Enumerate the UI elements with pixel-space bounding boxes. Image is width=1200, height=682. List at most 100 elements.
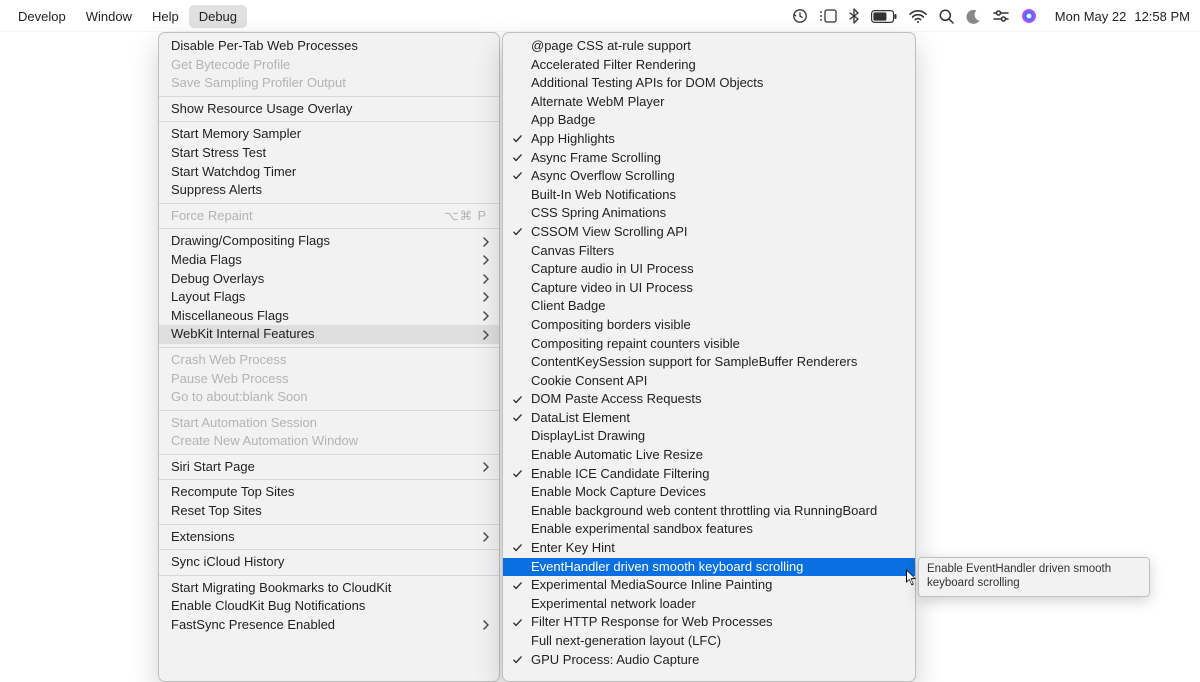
webkit-feature-item[interactable]: CSS Spring Animations bbox=[503, 204, 915, 223]
menu-item-label: FastSync Presence Enabled bbox=[171, 617, 335, 632]
webkit-feature-item[interactable]: DisplayList Drawing bbox=[503, 427, 915, 446]
tooltip: Enable EventHandler driven smooth keyboa… bbox=[918, 557, 1150, 597]
menu-separator bbox=[159, 121, 499, 122]
control-center-icon[interactable] bbox=[993, 9, 1009, 23]
menu-item-label: Capture video in UI Process bbox=[531, 280, 693, 295]
menu-item-label: Enable Automatic Live Resize bbox=[531, 447, 703, 462]
debug-menu-item[interactable]: Drawing/Compositing Flags bbox=[159, 232, 499, 251]
siri-icon[interactable] bbox=[1021, 8, 1037, 24]
menu-item-label: Show Resource Usage Overlay bbox=[171, 101, 352, 116]
menu-item-label: DataList Element bbox=[531, 410, 630, 425]
webkit-feature-item[interactable]: DataList Element bbox=[503, 409, 915, 428]
webkit-feature-item[interactable]: Capture video in UI Process bbox=[503, 279, 915, 298]
checkmark-icon bbox=[513, 469, 522, 478]
debug-menu-item[interactable]: Start Migrating Bookmarks to CloudKit bbox=[159, 579, 499, 598]
debug-menu-item[interactable]: Start Memory Sampler bbox=[159, 125, 499, 144]
debug-menu-item[interactable]: Layout Flags bbox=[159, 288, 499, 307]
menu-item-label: Cookie Consent API bbox=[531, 373, 647, 388]
debug-menu-item: Save Sampling Profiler Output bbox=[159, 74, 499, 93]
menu-item-label: WebKit Internal Features bbox=[171, 326, 315, 341]
debug-menu-item[interactable]: Start Stress Test bbox=[159, 144, 499, 163]
webkit-feature-item[interactable]: Async Overflow Scrolling bbox=[503, 167, 915, 186]
chevron-right-icon bbox=[483, 274, 489, 284]
menubar-clock[interactable]: Mon May 22 12:58 PM bbox=[1055, 9, 1190, 24]
debug-menu-item[interactable]: Debug Overlays bbox=[159, 270, 499, 289]
menu-item-label: Additional Testing APIs for DOM Objects bbox=[531, 75, 763, 90]
webkit-feature-item[interactable]: Capture audio in UI Process bbox=[503, 260, 915, 279]
webkit-feature-item[interactable]: App Badge bbox=[503, 111, 915, 130]
menubar: DevelopWindowHelp Debug bbox=[0, 0, 1200, 32]
debug-menu-item[interactable]: Suppress Alerts bbox=[159, 181, 499, 200]
spotlight-icon[interactable] bbox=[939, 9, 954, 24]
webkit-feature-item[interactable]: CSSOM View Scrolling API bbox=[503, 223, 915, 242]
webkit-feature-item[interactable]: Enable background web content throttling… bbox=[503, 502, 915, 521]
webkit-feature-item[interactable]: Enter Key Hint bbox=[503, 539, 915, 558]
webkit-feature-item[interactable]: ContentKeySession support for SampleBuff… bbox=[503, 353, 915, 372]
stage-manager-icon[interactable] bbox=[820, 9, 837, 23]
bluetooth-icon[interactable] bbox=[849, 8, 859, 24]
webkit-feature-item[interactable]: Compositing borders visible bbox=[503, 316, 915, 335]
menu-item-label: Compositing repaint counters visible bbox=[531, 336, 740, 351]
debug-menu-item[interactable]: Recompute Top Sites bbox=[159, 483, 499, 502]
debug-menu-item[interactable]: Show Resource Usage Overlay bbox=[159, 100, 499, 119]
menu-separator bbox=[159, 454, 499, 455]
debug-menu-item[interactable]: WebKit Internal Features bbox=[159, 325, 499, 344]
checkmark-icon bbox=[513, 172, 522, 181]
menubar-app-items: DevelopWindowHelp Debug bbox=[8, 5, 247, 28]
debug-menu-item[interactable]: Reset Top Sites bbox=[159, 502, 499, 521]
menubar-item-debug[interactable]: Debug bbox=[189, 5, 247, 28]
debug-menu-item[interactable]: Start Watchdog Timer bbox=[159, 163, 499, 182]
webkit-feature-item[interactable]: Client Badge bbox=[503, 297, 915, 316]
menu-item-label: Crash Web Process bbox=[171, 352, 286, 367]
battery-icon[interactable] bbox=[871, 10, 897, 23]
menubar-item-window[interactable]: Window bbox=[76, 5, 142, 28]
webkit-feature-item[interactable]: Enable Mock Capture Devices bbox=[503, 483, 915, 502]
webkit-feature-item[interactable]: Enable experimental sandbox features bbox=[503, 520, 915, 539]
webkit-feature-item[interactable]: Accelerated Filter Rendering bbox=[503, 56, 915, 75]
webkit-feature-item[interactable]: App Highlights bbox=[503, 130, 915, 149]
menu-item-label: Async Overflow Scrolling bbox=[531, 168, 675, 183]
menu-separator bbox=[159, 479, 499, 480]
webkit-feature-item[interactable]: Enable Automatic Live Resize bbox=[503, 446, 915, 465]
do-not-disturb-icon[interactable] bbox=[966, 9, 981, 24]
webkit-feature-item[interactable]: Filter HTTP Response for Web Processes bbox=[503, 613, 915, 632]
menubar-item-help[interactable]: Help bbox=[142, 5, 189, 28]
debug-menu-item[interactable]: Enable CloudKit Bug Notifications bbox=[159, 597, 499, 616]
menubar-item-label: Debug bbox=[199, 9, 237, 24]
webkit-feature-item[interactable]: DOM Paste Access Requests bbox=[503, 390, 915, 409]
webkit-feature-item[interactable]: GPU Process: Audio Capture bbox=[503, 651, 915, 670]
webkit-feature-item[interactable]: Alternate WebM Player bbox=[503, 93, 915, 112]
webkit-feature-item[interactable]: Additional Testing APIs for DOM Objects bbox=[503, 74, 915, 93]
webkit-feature-item[interactable]: Async Frame Scrolling bbox=[503, 149, 915, 168]
webkit-feature-item[interactable]: Experimental network loader bbox=[503, 595, 915, 614]
menu-item-label: Miscellaneous Flags bbox=[171, 308, 289, 323]
debug-menu-item[interactable]: Disable Per-Tab Web Processes bbox=[159, 37, 499, 56]
menu-item-label: App Badge bbox=[531, 112, 595, 127]
menubar-item-develop[interactable]: Develop bbox=[8, 5, 76, 28]
chevron-right-icon bbox=[483, 462, 489, 472]
webkit-feature-item[interactable]: Compositing repaint counters visible bbox=[503, 335, 915, 354]
webkit-feature-item[interactable]: Full next-generation layout (LFC) bbox=[503, 632, 915, 651]
webkit-feature-item[interactable]: EventHandler driven smooth keyboard scro… bbox=[503, 558, 915, 577]
debug-menu-item[interactable]: Siri Start Page bbox=[159, 458, 499, 477]
wifi-icon[interactable] bbox=[909, 10, 927, 23]
webkit-feature-item[interactable]: @page CSS at-rule support bbox=[503, 37, 915, 56]
debug-menu-item[interactable]: Media Flags bbox=[159, 251, 499, 270]
menu-item-label: Async Frame Scrolling bbox=[531, 150, 661, 165]
menu-item-label: Create New Automation Window bbox=[171, 433, 358, 448]
debug-menu-item[interactable]: FastSync Presence Enabled bbox=[159, 616, 499, 635]
webkit-internal-features-panel: @page CSS at-rule supportAccelerated Fil… bbox=[502, 32, 916, 682]
menu-item-label: Enable ICE Candidate Filtering bbox=[531, 466, 710, 481]
menu-item-label: DisplayList Drawing bbox=[531, 428, 645, 443]
debug-menu-item[interactable]: Miscellaneous Flags bbox=[159, 307, 499, 326]
debug-menu-item: Pause Web Process bbox=[159, 370, 499, 389]
debug-menu-item[interactable]: Sync iCloud History bbox=[159, 553, 499, 572]
webkit-feature-item[interactable]: Built-In Web Notifications bbox=[503, 186, 915, 205]
webkit-feature-item[interactable]: Experimental MediaSource Inline Painting bbox=[503, 576, 915, 595]
menu-item-label: EventHandler driven smooth keyboard scro… bbox=[531, 559, 803, 574]
webkit-feature-item[interactable]: Enable ICE Candidate Filtering bbox=[503, 465, 915, 484]
webkit-feature-item[interactable]: Canvas Filters bbox=[503, 242, 915, 261]
debug-menu-item[interactable]: Extensions bbox=[159, 528, 499, 547]
time-machine-icon[interactable] bbox=[792, 8, 808, 24]
webkit-feature-item[interactable]: Cookie Consent API bbox=[503, 372, 915, 391]
